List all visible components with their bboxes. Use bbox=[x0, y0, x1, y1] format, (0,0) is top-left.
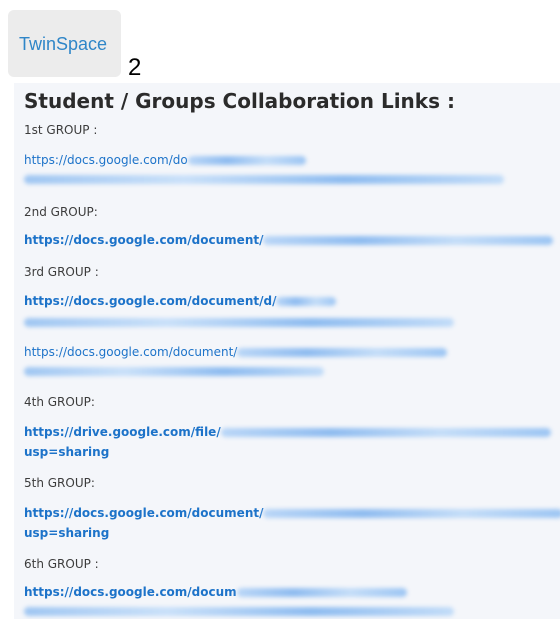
redacted-link bbox=[24, 175, 504, 184]
redacted-link bbox=[220, 428, 551, 437]
group-label-4: 4th GROUP: bbox=[24, 395, 95, 409]
redacted-link bbox=[24, 607, 454, 616]
group-label-6: 6th GROUP : bbox=[24, 557, 99, 571]
link-text: https://docs.google.com/do bbox=[24, 153, 188, 167]
twinspace-logo-text: TwinSpace bbox=[19, 34, 108, 54]
redacted-link bbox=[187, 156, 306, 165]
page-title: Student / Groups Collaboration Links : bbox=[24, 89, 455, 113]
link-text: https://docs.google.com/document/ bbox=[24, 506, 264, 520]
group-label-5: 5th GROUP: bbox=[24, 476, 95, 490]
group-label-1: 1st GROUP : bbox=[24, 123, 98, 137]
group-link-5[interactable]: https://docs.google.com/document/ bbox=[24, 504, 560, 522]
link-text: https://docs.google.com/document/ bbox=[24, 345, 238, 359]
redacted-link bbox=[263, 236, 554, 245]
group-link-3a[interactable]: https://docs.google.com/document/d/ bbox=[24, 292, 337, 310]
group-link-3b[interactable]: https://docs.google.com/document/ bbox=[24, 343, 448, 361]
redacted-link bbox=[236, 588, 407, 597]
redacted-link bbox=[276, 297, 337, 306]
link-text: https://drive.google.com/file/ bbox=[24, 425, 221, 439]
redacted-link bbox=[263, 509, 560, 518]
redacted-link bbox=[237, 348, 448, 357]
link-suffix-4: usp=sharing bbox=[24, 445, 110, 459]
group-label-3: 3rd GROUP : bbox=[24, 265, 99, 279]
link-text: https://docs.google.com/document/d/ bbox=[24, 294, 277, 308]
twinspace-logo-tile[interactable]: TwinSpace bbox=[8, 10, 121, 77]
group-link-6[interactable]: https://docs.google.com/docum bbox=[24, 583, 407, 601]
redacted-link bbox=[24, 367, 324, 376]
group-link-4[interactable]: https://drive.google.com/file/ bbox=[24, 423, 551, 441]
link-suffix-5: usp=sharing bbox=[24, 526, 110, 540]
group-label-2: 2nd GROUP: bbox=[24, 205, 98, 219]
group-link-1[interactable]: https://docs.google.com/do bbox=[24, 151, 306, 169]
counter-badge: 2 bbox=[128, 54, 142, 81]
redacted-link bbox=[24, 318, 454, 327]
link-text: https://docs.google.com/docum bbox=[24, 585, 237, 599]
group-link-2[interactable]: https://docs.google.com/document/ bbox=[24, 231, 554, 249]
link-text: https://docs.google.com/document/ bbox=[24, 233, 264, 247]
document-image: Student / Groups Collaboration Links : 1… bbox=[14, 83, 560, 619]
